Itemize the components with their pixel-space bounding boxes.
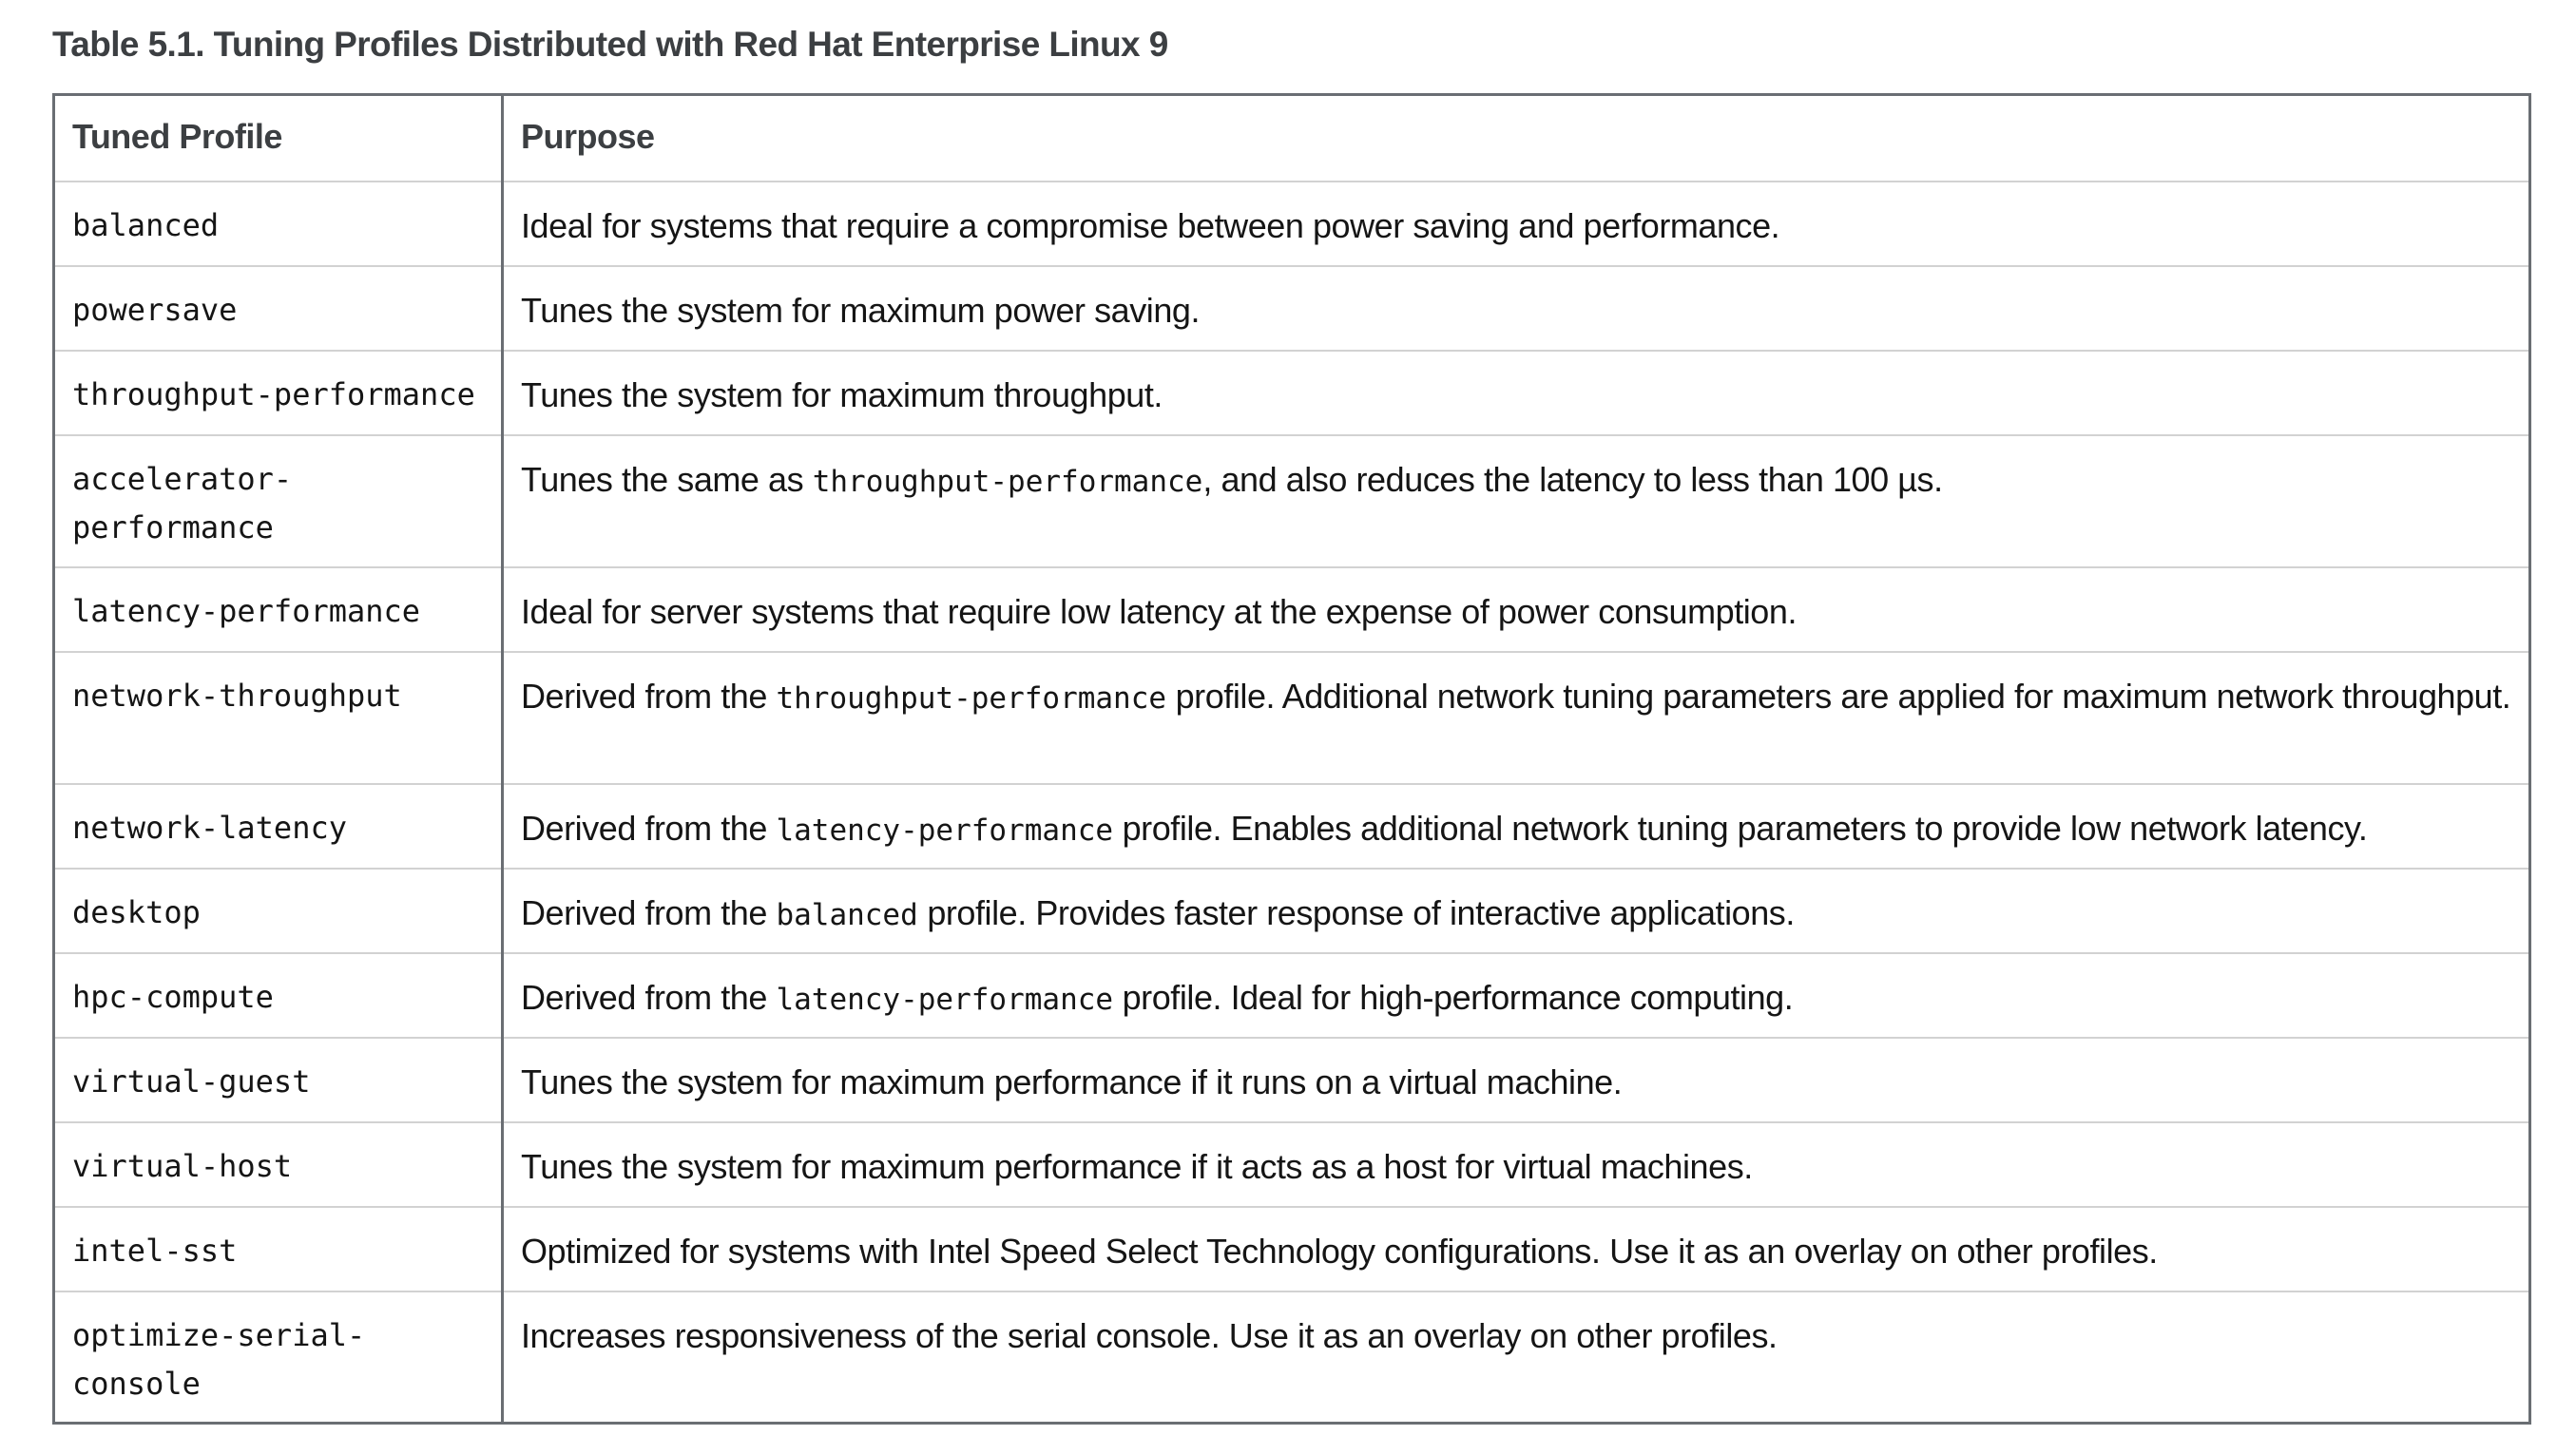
profile-name: intel-sst <box>53 1206 504 1292</box>
profile-name: balanced <box>53 181 504 267</box>
table-row: virtual-guest Tunes the system for maxim… <box>53 1037 2530 1123</box>
purpose-text: profile. Provides faster response of int… <box>917 892 1795 932</box>
profile-name: latency-performance <box>53 566 504 653</box>
profile-purpose: Optimized for systems with Intel Speed S… <box>502 1206 2530 1292</box>
column-header-purpose: Purpose <box>502 94 2530 182</box>
profile-purpose: Tunes the system for maximum power savin… <box>502 265 2530 352</box>
purpose-text: Derived from the <box>521 676 777 716</box>
table-row: hpc-compute Derived from the latency-per… <box>53 952 2530 1039</box>
purpose-code-ref: throughput-performance <box>776 680 1167 716</box>
profile-name: desktop <box>53 868 504 954</box>
purpose-text: , and also reduces the latency to less t… <box>1202 459 1943 499</box>
profile-name: network-latency <box>53 783 504 870</box>
tuning-profiles-table: Tuned Profile Purpose balanced Ideal for… <box>52 93 2531 1425</box>
profile-name: network-throughput <box>53 651 504 785</box>
profile-purpose: Tunes the system for maximum throughput. <box>502 350 2530 436</box>
profile-name: optimize-serial-console <box>53 1291 504 1424</box>
profile-purpose: Derived from the latency-performance pro… <box>502 783 2530 870</box>
purpose-text: profile. Enables additional network tuni… <box>1113 808 2368 848</box>
table-row: throughput-performance Tunes the system … <box>53 350 2530 436</box>
purpose-text: profile. Additional network tuning param… <box>1166 676 2511 716</box>
table-row: powersave Tunes the system for maximum p… <box>53 265 2530 352</box>
profile-purpose: Derived from the throughput-performance … <box>502 651 2530 785</box>
table-row: latency-performance Ideal for server sys… <box>53 566 2530 653</box>
purpose-code-ref: balanced <box>776 897 918 932</box>
purpose-text: Derived from the <box>521 808 777 848</box>
profile-purpose: Tunes the system for maximum performance… <box>502 1037 2530 1123</box>
table-caption: Table 5.1. Tuning Profiles Distributed w… <box>52 25 1168 64</box>
profile-purpose: Tunes the system for maximum performance… <box>502 1121 2530 1208</box>
profile-name: virtual-host <box>53 1121 504 1208</box>
profile-name: accelerator-performance <box>53 434 504 568</box>
table-header-row: Tuned Profile Purpose <box>53 94 2530 182</box>
purpose-code-ref: latency-performance <box>776 982 1114 1017</box>
profile-name: hpc-compute <box>53 952 504 1039</box>
table-row: desktop Derived from the balanced profil… <box>53 868 2530 954</box>
profile-purpose: Tunes the same as throughput-performance… <box>502 434 2530 568</box>
purpose-text: Derived from the <box>521 892 777 932</box>
table-row: virtual-host Tunes the system for maximu… <box>53 1121 2530 1208</box>
table-row: accelerator-performance Tunes the same a… <box>53 434 2530 568</box>
profile-purpose: Ideal for server systems that require lo… <box>502 566 2530 653</box>
profile-name: throughput-performance <box>53 350 504 436</box>
table-row: network-latency Derived from the latency… <box>53 783 2530 870</box>
purpose-text: Derived from the <box>521 977 777 1017</box>
profile-purpose: Derived from the latency-performance pro… <box>502 952 2530 1039</box>
profile-purpose: Derived from the balanced profile. Provi… <box>502 868 2530 954</box>
profile-purpose: Ideal for systems that require a comprom… <box>502 181 2530 267</box>
profile-purpose: Increases responsiveness of the serial c… <box>521 1315 1778 1355</box>
table-row: balanced Ideal for systems that require … <box>53 181 2530 267</box>
table-row: network-throughput Derived from the thro… <box>53 651 2530 785</box>
profile-name: powersave <box>53 265 504 352</box>
table-row: intel-sst Optimized for systems with Int… <box>53 1206 2530 1292</box>
purpose-code-ref: latency-performance <box>776 813 1114 848</box>
table-row: optimize-serial-console Increases respon… <box>53 1291 2530 1424</box>
profile-name: virtual-guest <box>53 1037 504 1123</box>
purpose-text: Tunes the same as <box>521 459 813 499</box>
column-header-tuned-profile: Tuned Profile <box>53 94 504 182</box>
purpose-text: profile. Ideal for high-performance comp… <box>1113 977 1794 1017</box>
purpose-code-ref: throughput-performance <box>812 464 1203 499</box>
